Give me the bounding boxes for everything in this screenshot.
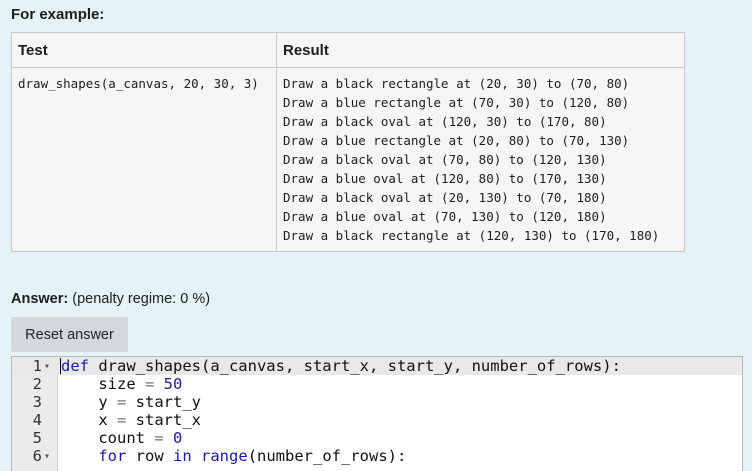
answer-heading: Answer: (penalty regime: 0 %): [11, 290, 210, 308]
for-example-heading: For example:: [11, 6, 105, 23]
answer-label: Answer:: [11, 291, 69, 307]
result-line: Draw a black oval at (120, 30) to (170, …: [283, 114, 607, 129]
fold-arrow-icon[interactable]: ▾: [44, 358, 50, 376]
code-line[interactable]: 6 ▾ for row in range(number_of_rows):: [12, 447, 742, 465]
result-line: Draw a blue rectangle at (70, 30) to (12…: [283, 95, 630, 110]
code-token: size: [98, 375, 136, 393]
result-column-header: Result: [276, 32, 685, 68]
code-token: start_x: [135, 411, 201, 429]
code-text: size = 50: [61, 375, 182, 393]
builtin-function: range: [201, 447, 248, 465]
code-text: count = 0: [61, 429, 182, 447]
keyword: in: [173, 447, 192, 465]
keyword: def: [61, 357, 89, 375]
line-number: 3: [32, 393, 42, 411]
result-line: Draw a black rectangle at (120, 130) to …: [283, 228, 660, 243]
test-column-header: Test: [11, 32, 277, 68]
test-cell: draw_shapes(a_canvas, 20, 30, 3): [11, 67, 277, 252]
number-literal: 50: [163, 375, 183, 393]
keyword: for: [98, 447, 127, 465]
line-number: 5: [32, 429, 42, 447]
code-token: x: [98, 411, 108, 429]
code-line[interactable]: 2 size = 50: [12, 375, 742, 393]
code-text: def draw_shapes(a_canvas, start_x, start…: [61, 357, 621, 375]
result-line: Draw a black oval at (20, 130) to (70, 1…: [283, 190, 607, 205]
code-editor[interactable]: 1 ▾ def draw_shapes(a_canvas, start_x, s…: [11, 356, 743, 471]
result-line: Draw a blue rectangle at (20, 80) to (70…: [283, 133, 630, 148]
result-line: Draw a black oval at (70, 80) to (120, 1…: [283, 152, 607, 167]
result-cell: Draw a black rectangle at (20, 30) to (7…: [276, 67, 685, 252]
code-token: (number_of_rows):: [247, 447, 407, 465]
table-header-row: Test Result: [11, 32, 685, 68]
code-token: row: [126, 447, 173, 465]
code-line[interactable]: 3 y = start_y: [12, 393, 742, 411]
result-line: Draw a blue oval at (70, 130) to (120, 1…: [283, 209, 607, 224]
code-line[interactable]: 4 x = start_x: [12, 411, 742, 429]
operator: =: [107, 393, 136, 411]
line-number: 1: [32, 357, 42, 375]
penalty-regime: (penalty regime: 0 %): [72, 291, 211, 307]
code-line[interactable]: 1 ▾ def draw_shapes(a_canvas, start_x, s…: [12, 357, 742, 375]
fold-arrow-icon[interactable]: ▾: [44, 448, 50, 466]
operator: =: [145, 429, 173, 447]
code-token: count: [98, 429, 145, 447]
line-number: 2: [32, 375, 42, 393]
line-number: 6: [32, 447, 42, 465]
number-literal: 0: [173, 429, 183, 447]
code-line[interactable]: 5 count = 0: [12, 429, 742, 447]
result-line: Draw a black rectangle at (20, 30) to (7…: [283, 76, 630, 91]
code-text: x = start_x: [61, 411, 201, 429]
reset-answer-button[interactable]: Reset answer: [11, 317, 128, 352]
result-line: Draw a blue oval at (120, 80) to (170, 1…: [283, 171, 607, 186]
code-text: for row in range(number_of_rows):: [61, 447, 406, 465]
examples-table: Test Result draw_shapes(a_canvas, 20, 30…: [11, 32, 685, 252]
code-token: draw_shapes(a_canvas, start_x, start_y, …: [89, 357, 621, 375]
operator: =: [135, 375, 164, 393]
code-token: y: [98, 393, 108, 411]
code-token: start_y: [135, 393, 201, 411]
operator: =: [107, 411, 136, 429]
code-text: y = start_y: [61, 393, 201, 411]
test-code: draw_shapes(a_canvas, 20, 30, 3): [18, 76, 259, 91]
table-row: draw_shapes(a_canvas, 20, 30, 3) Draw a …: [11, 67, 685, 252]
line-number: 4: [32, 411, 42, 429]
